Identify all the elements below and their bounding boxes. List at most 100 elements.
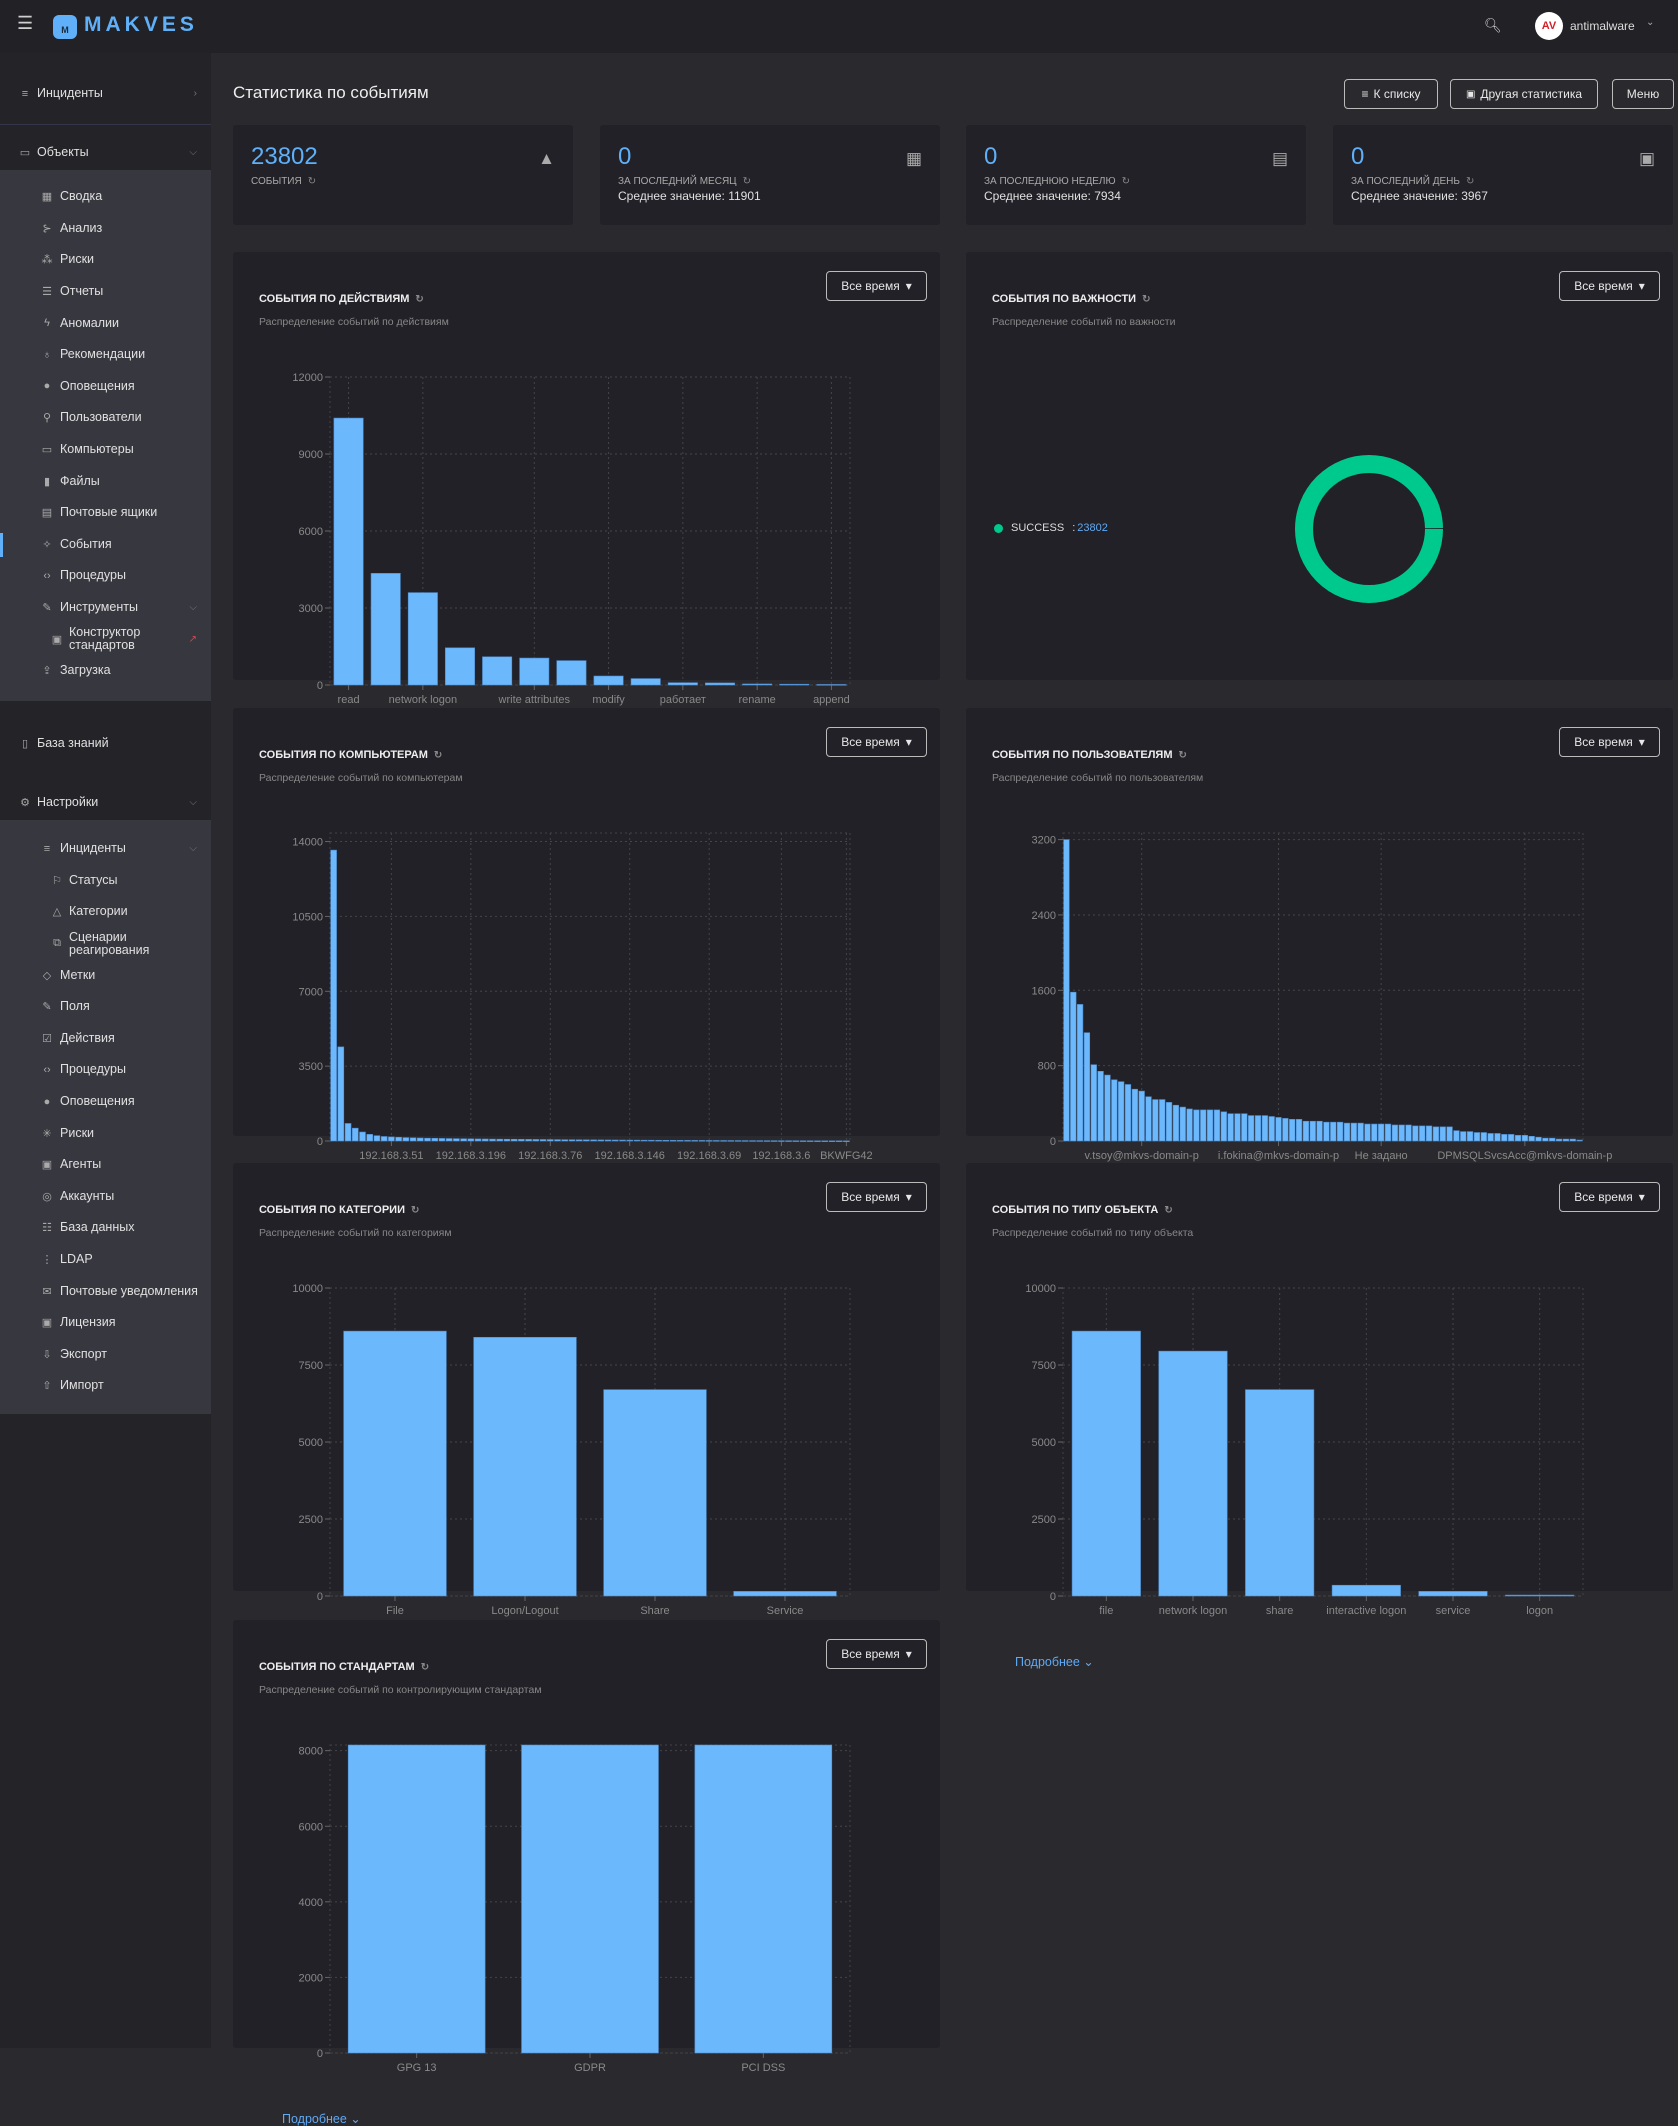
sidebar-item-label: Анализ <box>60 220 103 235</box>
y-tick-label: 7000 <box>299 986 323 998</box>
y-tick-label: 2400 <box>1032 910 1056 922</box>
search-icon[interactable]: 🔍︎ <box>1484 17 1502 34</box>
stat-average: Среднее значение: 7934 <box>984 189 1121 203</box>
chevron-down-icon[interactable]: ⌵ <box>189 797 197 808</box>
refresh-icon[interactable]: ↻ <box>1466 176 1474 187</box>
makves-logo-icon[interactable]: M <box>53 15 77 39</box>
sidebar-item-gear[interactable]: ⚙ Настройки ⌵ <box>0 787 211 819</box>
sidebar-item-computer[interactable]: ▭ Компьютеры <box>0 434 211 466</box>
bar <box>344 1123 352 1142</box>
sidebar-item-ldap[interactable]: ⋮ LDAP <box>0 1244 211 1276</box>
sidebar-item-lightbulb[interactable]: ♁ Рекомендации <box>0 339 211 371</box>
refresh-icon[interactable]: ↻ <box>308 176 316 187</box>
sidebar-item-agent[interactable]: ▣ Агенты <box>0 1149 211 1181</box>
sidebar-item-mailbox[interactable]: ▤ Почтовые ящики <box>0 497 211 529</box>
bar <box>1245 1389 1315 1597</box>
refresh-icon[interactable]: ↻ <box>1122 176 1130 187</box>
x-tick-label: Не задано <box>1355 1150 1408 1162</box>
chevron-down-icon[interactable]: ⌵ <box>189 843 197 854</box>
stat-value: 23802 <box>251 143 318 170</box>
bar <box>409 1137 417 1142</box>
y-tick-label: 2000 <box>299 1972 323 1984</box>
bar <box>1494 1133 1501 1142</box>
refresh-icon[interactable]: ↻ <box>743 176 751 187</box>
bar <box>460 1138 467 1142</box>
sidebar-item-license[interactable]: ▣ Лицензия <box>0 1307 211 1339</box>
username[interactable]: antimalware <box>1570 19 1635 33</box>
bar <box>633 1139 641 1142</box>
sidebar-item-reports[interactable]: ☰ Отчеты <box>0 276 211 308</box>
sidebar-item-export[interactable]: ⇩ Экспорт <box>0 1339 211 1371</box>
sidebar-item-events[interactable]: ✧ События <box>0 529 211 561</box>
sidebar-item-objects[interactable]: ▭ Объекты ⌵ <box>0 137 211 169</box>
x-tick-label: network logon <box>1159 1605 1228 1617</box>
chevron-down-icon[interactable]: ⌄ <box>1646 17 1654 28</box>
sidebar-item-database[interactable]: ☷ База данных <box>0 1212 211 1244</box>
sidebar-item-label: База знаний <box>37 736 109 751</box>
chart-svg <box>1295 455 1443 603</box>
sidebar-item-scenarios[interactable]: ⧉ Сценарии реагирования <box>0 928 211 960</box>
bar <box>799 1140 807 1142</box>
sidebar-item-label: Почтовые ящики <box>60 505 158 520</box>
y-tick-label: 5000 <box>299 1437 323 1449</box>
more-link[interactable]: Подробнее ⌄ <box>282 2111 361 2126</box>
sidebar-item-dashboard[interactable]: ▦ Сводка <box>0 181 211 213</box>
sidebar-item-alerts[interactable]: ● Оповещения <box>0 1086 211 1118</box>
external-link-icon[interactable]: ↗ <box>189 634 197 645</box>
sidebar-item-book[interactable]: ▯ База знаний <box>0 728 211 760</box>
sidebar-item-risks[interactable]: ⁂ Риски <box>0 244 211 276</box>
sidebar-item-label: Настройки <box>37 795 99 810</box>
bar <box>814 1140 821 1142</box>
more-link[interactable]: Подробнее ⌄ <box>1015 1654 1094 1669</box>
sidebar-item-incidents[interactable]: ≡ Инциденты › <box>0 78 211 110</box>
sidebar-item-asterisk[interactable]: ✳ Риски <box>0 1117 211 1149</box>
sidebar-item-analysis[interactable]: ⊱ Анализ <box>0 213 211 245</box>
hamburger-menu-icon[interactable]: ☰ <box>17 14 33 32</box>
brand-name[interactable]: MAKVES <box>84 13 198 37</box>
bar <box>648 1139 655 1142</box>
document-icon: ▣ <box>1465 88 1476 100</box>
chevron-down-icon[interactable]: ⌵ <box>189 602 197 613</box>
legend-item[interactable]: SUCCESS:23802 <box>994 522 1108 534</box>
menu-button[interactable]: Меню <box>1612 79 1674 109</box>
sidebar-item-edit[interactable]: ✎ Поля <box>0 991 211 1023</box>
other-stats-label: Другая статистика <box>1480 87 1583 101</box>
analysis-icon: ⊱ <box>42 222 52 235</box>
sidebar-item-code[interactable]: ‹› Процедуры <box>0 1054 211 1086</box>
to-list-button[interactable]: ≡ К списку <box>1344 79 1438 109</box>
other-stats-button[interactable]: ▣ Другая статистика <box>1450 79 1598 109</box>
sidebar-item-user[interactable]: ⚲ Пользователи <box>0 402 211 434</box>
sidebar-item-import[interactable]: ⇧ Импорт <box>0 1370 211 1402</box>
chevron-down-icon[interactable]: ⌵ <box>189 147 197 158</box>
bar <box>785 1140 792 1142</box>
bar <box>1418 1591 1488 1597</box>
sidebar-item-incidents[interactable]: ≡ Инциденты ⌵ <box>0 833 211 865</box>
sidebar-item-anomalies[interactable]: ϟ Аномалии <box>0 307 211 339</box>
sidebar-item-actions[interactable]: ☑ Действия <box>0 1023 211 1055</box>
bar <box>763 1140 771 1142</box>
sidebar-item-label: Загрузка <box>60 663 111 678</box>
chevron-right-icon[interactable]: › <box>194 88 197 99</box>
bar <box>684 1140 691 1142</box>
x-tick-label: modify <box>592 694 625 706</box>
tag-icon: ◇ <box>42 969 52 982</box>
donut-slice <box>1295 455 1443 603</box>
bar <box>733 1591 837 1597</box>
sidebar-item-mail[interactable]: ✉ Почтовые уведомления <box>0 1275 211 1307</box>
sidebar-item-account[interactable]: ◎ Аккаунты <box>0 1181 211 1213</box>
sidebar-item-constructor[interactable]: ▣ Конструктор стандартов ↗ <box>0 623 211 655</box>
sidebar-item-tag[interactable]: ◇ Метки <box>0 959 211 991</box>
sidebar-item-code[interactable]: ‹› Процедуры <box>0 560 211 592</box>
sidebar-item-categories[interactable]: △ Категории <box>0 896 211 928</box>
code-icon: ‹› <box>43 569 51 582</box>
bar <box>373 1135 381 1142</box>
sidebar-item-file[interactable]: ▮ Файлы <box>0 465 211 497</box>
x-tick-label: BKWFG42 <box>820 1150 873 1162</box>
sidebar-item-flag[interactable]: ⚐ Статусы <box>0 865 211 897</box>
sidebar-item-wrench[interactable]: ✎ Инструменты ⌵ <box>0 592 211 624</box>
x-tick-label: read <box>338 694 360 706</box>
bar <box>677 1140 684 1142</box>
avatar[interactable]: AV <box>1535 12 1563 40</box>
sidebar-item-upload[interactable]: ⇪ Загрузка <box>0 655 211 687</box>
sidebar-item-alerts[interactable]: ● Оповещения <box>0 371 211 403</box>
